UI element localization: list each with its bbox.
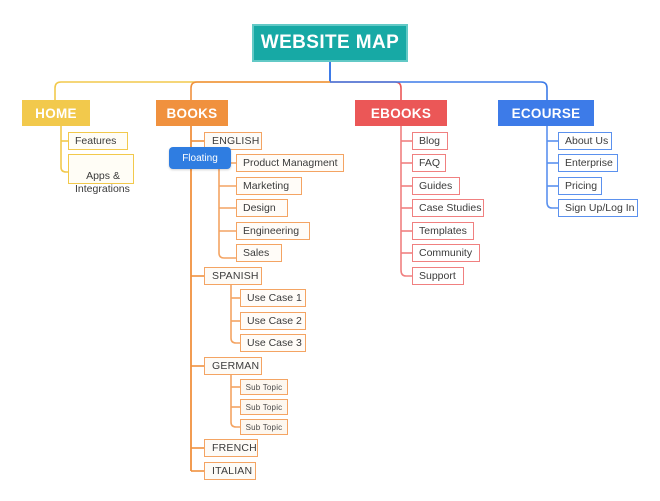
leaf-label: About Us [565,134,609,147]
leaf-label: Sign Up/Log In [565,201,635,214]
leaf-node-sales[interactable]: Sales [236,244,282,262]
leaf-label: Templates [419,224,467,237]
leaf-label: Enterprise [565,156,613,169]
category-node-books[interactable]: BOOKS [156,100,228,126]
category-label-home: HOME [35,105,77,121]
leaf-label: Apps & Integrations [75,170,130,195]
group-node-french[interactable]: FRENCH [204,439,258,457]
leaf-label: Sub Topic [245,382,283,392]
leaf-node-enterprise[interactable]: Enterprise [558,154,618,172]
category-node-home[interactable]: HOME [22,100,90,126]
leaf-label: Sub Topic [245,402,283,412]
leaf-node-marketing[interactable]: Marketing [236,177,302,195]
group-node-german[interactable]: GERMAN [204,357,262,375]
leaf-node-product-managment[interactable]: Product Managment [236,154,344,172]
leaf-node-use-case-1[interactable]: Use Case 1 [240,289,306,307]
leaf-node-sub-topic-2[interactable]: Sub Topic [240,399,288,415]
group-label: ITALIAN [212,465,253,477]
leaf-node-sub-topic-3[interactable]: Sub Topic [240,419,288,435]
leaf-node-faq[interactable]: FAQ [412,154,446,172]
leaf-node-blog[interactable]: Blog [412,132,448,150]
leaf-label: Use Case 2 [247,314,302,327]
leaf-node-templates[interactable]: Templates [412,222,474,240]
leaf-label: Sub Topic [245,422,283,432]
floating-note[interactable]: Floating [169,147,231,169]
leaf-label: Features [75,134,117,147]
floating-note-label: Floating [182,152,218,164]
leaf-node-guides[interactable]: Guides [412,177,460,195]
group-label: SPANISH [212,270,259,282]
leaf-node-use-case-2[interactable]: Use Case 2 [240,312,306,330]
leaf-node-apps-integrations[interactable]: Apps & Integrations [68,154,134,195]
leaf-label: Blog [419,134,441,147]
category-label-ebooks: EBOOKS [370,105,432,121]
category-node-ecourse[interactable]: ECOURSE [498,100,594,126]
leaf-node-about-us[interactable]: About Us [558,132,612,150]
leaf-label: Product Managment [243,156,338,169]
category-label-books: BOOKS [166,105,218,121]
root-node-label: WEBSITE MAP [260,32,400,53]
leaf-label: Case Studies [419,201,482,214]
leaf-label: Pricing [565,179,598,192]
category-label-ecourse: ECOURSE [511,105,581,121]
root-node-website-map[interactable]: WEBSITE MAP [252,24,408,62]
group-node-italian[interactable]: ITALIAN [204,462,256,480]
group-node-spanish[interactable]: SPANISH [204,267,262,285]
leaf-node-engineering[interactable]: Engineering [236,222,310,240]
leaf-node-case-studies[interactable]: Case Studies [412,199,484,217]
leaf-label: Marketing [243,179,290,192]
leaf-node-features[interactable]: Features [68,132,128,150]
leaf-node-use-case-3[interactable]: Use Case 3 [240,334,306,352]
leaf-node-support[interactable]: Support [412,267,464,285]
leaf-label: Design [243,201,276,214]
leaf-label: Sales [243,246,270,259]
leaf-label: Guides [419,179,453,192]
leaf-node-pricing[interactable]: Pricing [558,177,602,195]
category-node-ebooks[interactable]: EBOOKS [355,100,447,126]
leaf-node-sub-topic-1[interactable]: Sub Topic [240,379,288,395]
leaf-label: Community [419,246,473,259]
leaf-label: Use Case 3 [247,336,302,349]
leaf-label: Use Case 1 [247,291,302,304]
leaf-label: Engineering [243,224,300,237]
leaf-label: Support [419,269,456,282]
group-label: GERMAN [212,360,260,372]
leaf-node-community[interactable]: Community [412,244,480,262]
leaf-node-design[interactable]: Design [236,199,288,217]
leaf-node-sign-up-log-in[interactable]: Sign Up/Log In [558,199,638,217]
connector-lines [54,62,558,472]
group-label: ENGLISH [212,135,260,147]
leaf-label: FAQ [419,156,441,169]
website-map-diagram: WEBSITE MAP HOME Features Apps & Integra… [0,0,660,501]
group-label: FRENCH [212,442,257,454]
